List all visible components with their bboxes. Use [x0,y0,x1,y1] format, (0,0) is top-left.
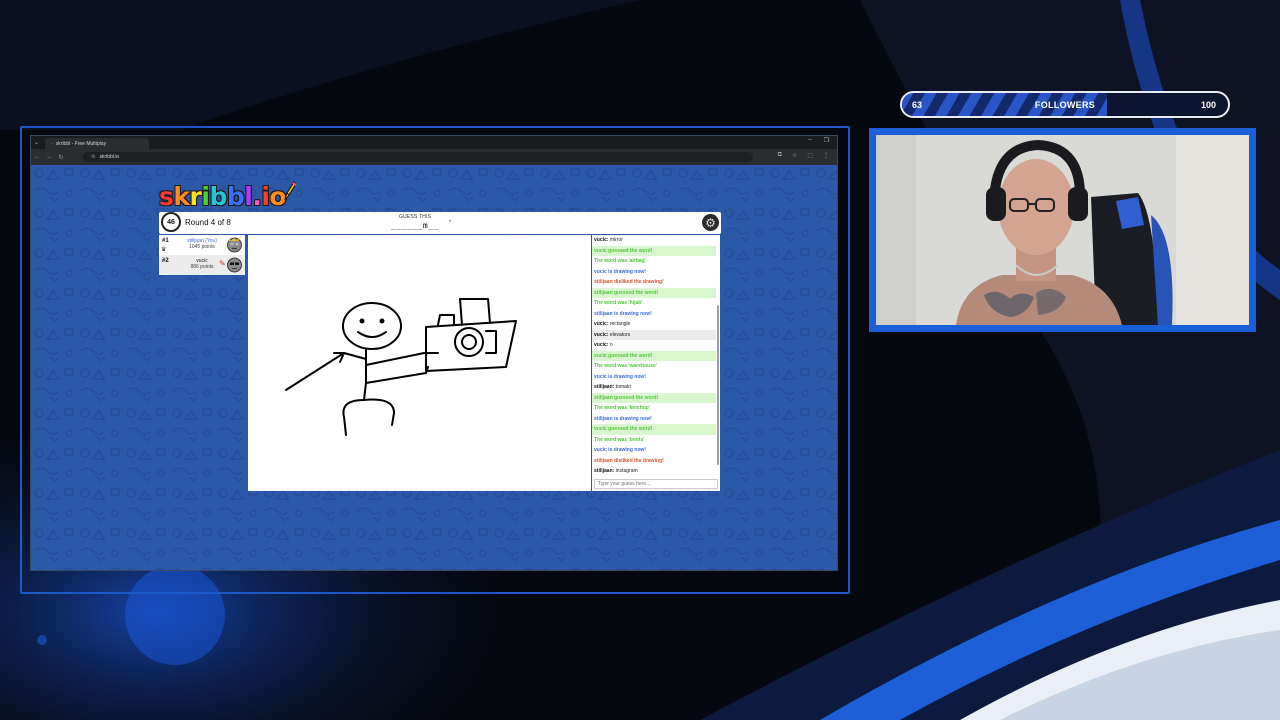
chat-text: mirror [609,237,623,243]
chat-message: The word was 'ketchup' [594,405,650,411]
back-icon[interactable]: ← [31,154,43,160]
skribbl-logo: skribbl.io [159,182,287,211]
chat-message: vucic is drawing now! [594,447,646,453]
logo-letter: . [252,182,262,211]
player-list: #1 ♛ stilijaan (You) 1045 points #2 vuci… [159,235,245,275]
translate-icon[interactable]: ⧉ [778,152,782,159]
chat-message: stilijaan guessed the word! [592,287,716,298]
minimize-icon[interactable]: – [808,137,811,144]
chat-author: vucic: [594,342,609,348]
player-avatar [227,257,242,273]
guess-label: GUESS THIS [399,214,432,220]
followers-goal-bar: 63 FOLLOWERS 100 [900,91,1230,118]
webcam-feed [876,135,1249,325]
chat-panel: vucic: mirror vucic guessed the word! The … [592,235,720,491]
chat-author: vucic: [594,321,609,327]
player-row[interactable]: #2 vucic 886 points ✎ [159,255,245,275]
url-field[interactable]: ⚙ skribbl.io [83,152,753,162]
crown-icon: ♛ [161,247,167,253]
chat-text: instagram [615,468,638,474]
chat-message: The word was 'airbag' [594,258,646,264]
player-rank: #1 [162,238,169,244]
chat-message: vucic: rectangle [592,319,716,330]
menu-icon[interactable]: ⋮ [823,152,829,159]
logo-letter: k [173,182,190,211]
url-text: skribbl.io [99,154,120,160]
player-drawing [285,298,517,436]
chat-author: stilijaan: [594,384,615,390]
chat-message: vucic: o [592,340,716,351]
logo-letter: b [226,182,245,211]
chat-message: The word was 'warehouse' [594,363,657,369]
chat-message: vucic: elevators [592,329,716,340]
tab-search-icon[interactable]: ⌄ [34,139,39,146]
chat-message: vucic is drawing now! [594,373,646,380]
logo-letter: i [261,182,270,211]
chat-messages: vucic: mirror vucic guessed the word! The … [592,235,716,477]
player-rank: #2 [162,258,169,264]
player-points: 1045 points [189,244,215,250]
browser-toolbar-right: ⧉ ☆ ⬚ ⋮ [778,152,829,159]
chat-message: vucic guessed the word! [592,424,716,435]
site-info-icon[interactable]: ⚙ [91,154,95,160]
followers-label: FOLLOWERS [1034,100,1096,110]
guess-input[interactable] [594,479,718,489]
drawing-pencil-icon: ✎ [219,259,226,268]
word-length: 9 [449,218,452,223]
timer-value: 46 [167,218,175,226]
chat-message: vucic: mirror [592,235,716,246]
bookmark-star-icon[interactable]: ☆ [792,152,797,159]
chat-message: stilijaan is drawing now! [594,310,652,317]
chat-text: o [609,342,613,348]
chat-message: stilijaan disliked the drawing! [594,279,664,285]
chat-message: stilijaan: instagram [592,466,716,477]
tab-title: skribbl - Free Multiplay [55,140,107,147]
chat-text: tomato [615,384,631,390]
restore-icon[interactable]: ❐ [824,137,829,144]
browser-titlebar: ⌄ ◦ skribbl - Free Multiplay – ❐ [31,136,837,149]
forward-icon[interactable]: → [43,154,55,160]
browser-tab[interactable]: ◦ skribbl - Free Multiplay [45,138,149,149]
chat-message: vucic guessed the word! [592,350,716,361]
address-bar: ← → ↻ ⚙ skribbl.io ⧉ ☆ ⬚ ⋮ [31,149,837,165]
logo-letter: s [159,182,174,211]
timer-clock: 46 [161,212,181,232]
player-avatar [227,237,242,253]
extensions-icon[interactable]: ⬚ [807,152,813,159]
page-icon: ◦ [51,140,53,147]
streamer-webcam-image [876,135,1249,325]
settings-gear-icon[interactable]: ⚙ [702,214,719,231]
logo-letter: i [201,182,210,211]
browser-window: ⌄ ◦ skribbl - Free Multiplay – ❐ ← → ↻ ⚙… [30,135,838,571]
chat-author: vucic: [594,237,609,243]
followers-goal: 100 [1200,100,1216,110]
logo-letter: b [209,182,227,211]
pencil-icon [284,181,297,201]
window-controls: – ❐ [808,137,829,144]
reload-icon[interactable]: ↻ [55,154,67,161]
logo-letter: r [189,182,202,211]
chat-author: vucic: [594,331,609,338]
chat-message: The word was 'boots' [594,436,645,443]
logo-letter: l [244,182,253,211]
chat-message: stilijaan: tomato [592,382,716,393]
chat-message: stilijaan guessed the word! [592,392,716,403]
chat-scrollbar[interactable] [717,305,719,465]
round-indicator: Round 4 of 8 [185,218,231,227]
chat-message: stilijaan disliked the drawing! [594,457,664,464]
chat-text: rectangle [609,321,631,327]
chat-message: stilijaan is drawing now! [594,415,652,422]
drawing-canvas[interactable] [248,235,591,491]
webcam-frame [869,128,1256,332]
chat-text: elevators [609,331,631,338]
chat-author: stilijaan: [594,468,615,474]
chat-message: vucic guessed the word! [592,245,716,256]
chat-message: vucic is drawing now! [594,268,646,275]
skribbl-page: skribbl.io 46 Round 4 of 8 GUESS THIS __… [31,165,837,570]
word-hint: ______m__ [391,221,439,230]
player-row[interactable]: #1 ♛ stilijaan (You) 1045 points [159,235,245,255]
chat-message: The word was 'hijab' [594,300,643,306]
game-header: 46 Round 4 of 8 GUESS THIS ______m__ 9 ⚙ [159,212,721,234]
